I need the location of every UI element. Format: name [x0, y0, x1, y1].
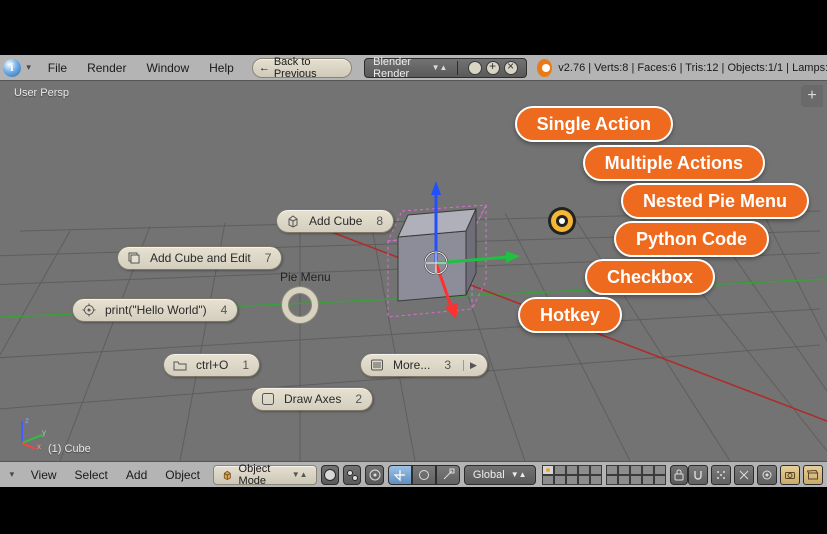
pie-item-draw-axes[interactable]: Draw Axes 2 [251, 387, 373, 411]
opengl-render-button[interactable] [757, 465, 777, 485]
view-perspective-label: User Persp [14, 87, 69, 99]
snap-type[interactable] [711, 465, 731, 485]
folder-icon [172, 357, 188, 373]
pivot-point-button[interactable] [343, 465, 361, 485]
editor-type-3dview-icon[interactable]: ▾ [2, 469, 22, 480]
svg-text:z: z [25, 416, 29, 425]
back-label: Back to Previous [274, 56, 341, 80]
menu-window[interactable]: Window [136, 55, 199, 81]
header-collapse-icon[interactable]: ▾ [24, 62, 34, 73]
annotation-multiple-actions: Multiple Actions [583, 145, 765, 181]
back-to-previous-button[interactable]: ← Back to Previous [252, 58, 352, 78]
pie-item-number: 7 [265, 251, 272, 265]
dropdown-icon: ▼▲ [511, 470, 527, 479]
pie-item-number: 1 [242, 358, 249, 372]
submenu-chevron-icon: ▶ [463, 360, 477, 371]
pie-item-number: 2 [355, 392, 362, 406]
pie-item-number: 4 [221, 303, 228, 317]
scene-add-icon[interactable] [486, 61, 500, 75]
3d-viewport[interactable]: User Persp (1) Cube [0, 81, 827, 461]
svg-text:x: x [37, 442, 41, 449]
info-header: i ▾ File Render Window Help ← Back to Pr… [0, 55, 827, 81]
pie-item-print[interactable]: print("Hello World") 4 [72, 298, 238, 322]
pie-item-hotkey[interactable]: ctrl+O 1 [163, 353, 260, 377]
shading-mode-button[interactable] [321, 465, 339, 485]
render-animation-button[interactable] [803, 465, 823, 485]
layer-buttons[interactable] [542, 465, 666, 485]
annotation-hotkey: Hotkey [518, 297, 622, 333]
annotation-python-code: Python Code [614, 221, 769, 257]
snap-toggle[interactable] [688, 465, 708, 485]
render-engine-value: Blender Render [373, 56, 424, 80]
scene-stats: v2.76 | Verts:8 | Faces:6 | Tris:12 | Ob… [558, 62, 827, 74]
manipulator-scale[interactable] [436, 465, 460, 485]
menu-add[interactable]: Add [117, 462, 156, 488]
app-window: i ▾ File Render Window Help ← Back to Pr… [0, 55, 827, 487]
pie-item-add-cube[interactable]: Add Cube 8 [276, 209, 394, 233]
axis-orientation-widget: z y x [14, 415, 48, 449]
pie-item-label: More... [393, 358, 430, 372]
object-mode-icon [222, 468, 233, 482]
menu-select[interactable]: Select [66, 462, 117, 488]
menu-file[interactable]: File [38, 55, 77, 81]
back-arrow-icon: ← [259, 62, 270, 74]
annotation-single-action: Single Action [515, 106, 673, 142]
manipulator-toggle-group [388, 465, 460, 485]
menu-object[interactable]: Object [156, 462, 209, 488]
pie-item-number: 3 [444, 358, 451, 372]
checkbox-icon [260, 391, 276, 407]
orientation-label: Global [473, 469, 505, 481]
scene-browse-icon[interactable] [468, 61, 482, 75]
menu-render[interactable]: Render [77, 55, 136, 81]
pie-item-add-cube-edit[interactable]: Add Cube and Edit 7 [117, 246, 282, 270]
mode-select[interactable]: Object Mode ▼▲ [213, 465, 317, 485]
manipulator-translate[interactable] [388, 465, 412, 485]
mode-label: Object Mode [239, 463, 286, 487]
gear-icon [81, 302, 97, 318]
stack-icon [126, 250, 142, 266]
pie-item-label: Add Cube and Edit [150, 251, 251, 265]
dropdown-icon: ▼▲ [432, 63, 448, 72]
pie-item-label: ctrl+O [196, 358, 228, 372]
snap-and-render-icons [688, 465, 823, 485]
selected-object-label: (1) Cube [48, 443, 91, 455]
annotation-checkbox: Checkbox [585, 259, 715, 295]
lock-camera-button[interactable] [670, 465, 688, 485]
menu-help[interactable]: Help [199, 55, 244, 81]
proportional-edit[interactable] [734, 465, 754, 485]
pie-item-more[interactable]: More... 3 ▶ [360, 353, 488, 377]
menu-view[interactable]: View [22, 462, 66, 488]
pie-menu-ring [282, 287, 318, 323]
scene-remove-icon[interactable] [504, 61, 518, 75]
pie-item-label: print("Hello World") [105, 303, 207, 317]
svg-text:y: y [42, 428, 46, 437]
manipulator-rotate[interactable] [412, 465, 436, 485]
render-image-button[interactable] [780, 465, 800, 485]
render-engine-select[interactable]: Blender Render ▼▲ [364, 58, 527, 78]
pie-item-number: 8 [376, 214, 383, 228]
3d-cursor-button[interactable] [365, 465, 383, 485]
blender-logo-icon [537, 59, 552, 77]
pie-item-label: Draw Axes [284, 392, 341, 406]
pie-item-label: Add Cube [309, 214, 362, 228]
annotation-target-icon [545, 204, 579, 238]
editor-type-icon[interactable]: i [0, 55, 24, 81]
properties-panel-toggle[interactable]: + [801, 85, 823, 107]
transform-orientation-select[interactable]: Global ▼▲ [464, 465, 536, 485]
dropdown-icon: ▼▲ [292, 470, 308, 479]
pie-menu-title: Pie Menu [280, 270, 331, 284]
menu-icon [369, 357, 385, 373]
annotation-nested-pie: Nested Pie Menu [621, 183, 809, 219]
3dview-header: ▾ View Select Add Object Object Mode ▼▲ [0, 461, 827, 487]
cube-icon [285, 213, 301, 229]
